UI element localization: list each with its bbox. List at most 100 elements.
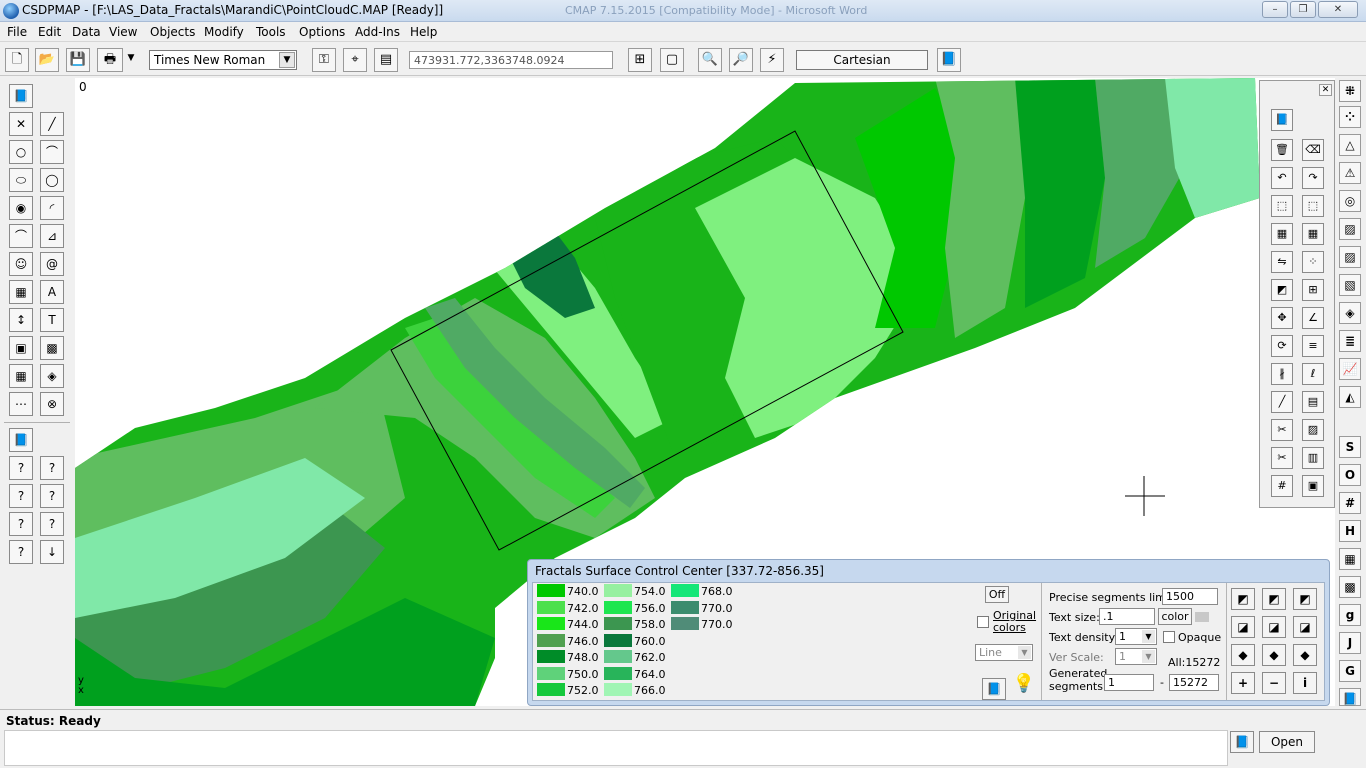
menu-file[interactable]: File xyxy=(7,25,27,39)
book-icon[interactable]: 📘 xyxy=(937,48,961,72)
blocks-tool-icon[interactable]: ▦ xyxy=(9,364,33,388)
legend-swatch[interactable] xyxy=(537,683,565,696)
s-button[interactable]: S xyxy=(1339,436,1361,458)
minimize-button[interactable]: – xyxy=(1262,1,1288,18)
slope-icon[interactable]: ╱ xyxy=(1271,391,1293,413)
parallel-icon[interactable]: ∦ xyxy=(1271,363,1293,385)
frame-icon[interactable]: ▣ xyxy=(1302,475,1324,497)
chevron-down-icon[interactable]: ▼ xyxy=(279,52,295,68)
surface-tool-icon[interactable]: ◆ xyxy=(1293,644,1317,666)
document-icon[interactable]: ▤ xyxy=(1302,391,1324,413)
legend-item[interactable]: 756.0 xyxy=(604,600,666,617)
line-mode-select[interactable]: Line ▼ xyxy=(975,644,1033,661)
graph-icon[interactable]: 📈 xyxy=(1339,358,1361,380)
legend-item[interactable]: 766.0 xyxy=(604,683,666,699)
legend-item[interactable]: 750.0 xyxy=(537,666,599,683)
hatch-icon[interactable]: ▨ xyxy=(1339,246,1361,268)
text-cursor-icon[interactable]: T xyxy=(40,308,64,332)
move-icon[interactable]: ✥ xyxy=(1271,307,1293,329)
point-tool-icon[interactable]: ✕ xyxy=(9,112,33,136)
move-up-icon[interactable]: ⬚ xyxy=(1271,195,1293,217)
legend-swatch[interactable] xyxy=(671,617,699,630)
lightning-icon[interactable]: ⚡ xyxy=(760,48,784,72)
legend-swatch[interactable] xyxy=(604,600,632,614)
legend-swatch[interactable] xyxy=(671,600,699,614)
angle-icon[interactable]: ∠ xyxy=(1302,307,1324,329)
polyline-tool-icon[interactable]: ⌒ xyxy=(40,140,64,164)
surface-tool-icon[interactable]: ◪ xyxy=(1262,616,1286,638)
legend-item[interactable]: 744.0 xyxy=(537,617,599,633)
text-tool-icon[interactable]: A xyxy=(40,280,64,304)
map-layer-icon[interactable]: ◈ xyxy=(1339,302,1361,324)
legend-swatch[interactable] xyxy=(604,633,632,647)
h-button[interactable]: H xyxy=(1339,520,1361,542)
book-icon[interactable]: 📘 xyxy=(982,678,1006,700)
undo-icon[interactable]: ↶ xyxy=(1271,167,1293,189)
menu-objects[interactable]: Objects xyxy=(150,25,195,39)
surface-tool-icon[interactable]: ◩ xyxy=(1262,588,1286,610)
j-icon[interactable]: J xyxy=(1339,632,1361,654)
surface-tool-icon[interactable]: ◩ xyxy=(1231,588,1255,610)
legend-item[interactable]: 762.0 xyxy=(604,650,666,666)
text-density-select[interactable]: 1 ▼ xyxy=(1115,628,1157,645)
original-colors-checkbox[interactable] xyxy=(977,616,989,628)
query-object-icon[interactable]: ? xyxy=(9,512,33,536)
close-button[interactable]: ✕ xyxy=(1318,1,1358,18)
contour-icon[interactable]: ◎ xyxy=(1339,190,1361,212)
info-button[interactable]: i xyxy=(1293,672,1317,694)
curve-tool-icon[interactable]: ⌒ xyxy=(9,224,33,248)
chevron-down-icon[interactable]: ▼ xyxy=(1142,630,1155,643)
lightbulb-icon[interactable]: 💡 xyxy=(1012,674,1036,700)
lines-icon[interactable]: ≣ xyxy=(1339,330,1361,352)
zoom-out-icon[interactable]: 🔎 xyxy=(729,48,753,72)
coordinates-field[interactable]: 473931.772,3363748.0924 xyxy=(409,51,613,69)
book-icon[interactable]: 📘 xyxy=(1339,688,1361,706)
query-line-icon[interactable]: ? xyxy=(40,456,64,480)
cube-tool-icon[interactable]: ▣ xyxy=(9,336,33,360)
layers-icon[interactable]: ▤ xyxy=(374,48,398,72)
surface-icon[interactable]: ▧ xyxy=(1339,274,1361,296)
open-button[interactable]: Open xyxy=(1259,731,1315,753)
group-icon[interactable]: ◩ xyxy=(1271,279,1293,301)
book-icon[interactable]: 📘 xyxy=(9,428,33,452)
off-button[interactable]: Off xyxy=(985,586,1009,603)
legend-swatch[interactable] xyxy=(671,584,699,597)
rounded-shape-tool-icon[interactable]: ◯ xyxy=(40,168,64,192)
legend-item[interactable]: 740.0 xyxy=(537,584,599,600)
palette-icon[interactable]: ▩ xyxy=(1339,576,1361,598)
legend-swatch[interactable] xyxy=(604,683,632,696)
target-tool-icon[interactable]: ⊗ xyxy=(40,392,64,416)
chevron-down-icon[interactable]: ▼ xyxy=(1018,646,1031,659)
save-disk-icon[interactable]: 💾 xyxy=(66,48,90,72)
legend-item[interactable]: 752.0 xyxy=(537,683,599,699)
o-button[interactable]: O xyxy=(1339,464,1361,486)
grid-view-icon[interactable]: ⊞ xyxy=(628,48,652,72)
ver-scale-select[interactable]: 1 ▼ xyxy=(1115,648,1157,665)
network-icon[interactable]: ⁜ xyxy=(1339,80,1361,102)
hatch-icon[interactable]: ≡ xyxy=(1302,335,1324,357)
scissors-icon[interactable]: ✂ xyxy=(1271,419,1293,441)
precise-segments-input[interactable]: 1500 xyxy=(1162,588,1218,605)
surface-tool-icon[interactable]: ◆ xyxy=(1231,644,1255,666)
map-tool-icon[interactable]: ▦ xyxy=(9,280,33,304)
ellipse-tool-icon[interactable]: ⬭ xyxy=(9,168,33,192)
warning-icon[interactable]: ⚠ xyxy=(1339,162,1361,184)
redo-icon[interactable]: ↷ xyxy=(1302,167,1324,189)
print-dropdown-icon[interactable]: ▼ xyxy=(124,48,138,72)
terrain-icon[interactable]: ▨ xyxy=(1339,218,1361,240)
menu-data[interactable]: Data xyxy=(72,25,101,39)
legend-item[interactable]: 768.0 xyxy=(671,584,733,600)
line-tool-icon[interactable]: ╱ xyxy=(40,112,64,136)
triangle-icon[interactable]: △ xyxy=(1339,134,1361,156)
zoom-in-icon[interactable]: 🔍 xyxy=(698,48,722,72)
book-icon[interactable]: 📘 xyxy=(9,84,33,108)
trash-icon[interactable]: 🗑 xyxy=(1271,139,1293,161)
generated-from-input[interactable]: 1 xyxy=(1104,674,1154,691)
query-w-icon[interactable]: ? xyxy=(9,540,33,564)
grid-icon[interactable]: ⊞ xyxy=(1302,279,1324,301)
frame-view-icon[interactable]: ▢ xyxy=(660,48,684,72)
send-back-icon[interactable]: ▦ xyxy=(1302,223,1324,245)
maximize-button[interactable]: ❐ xyxy=(1290,1,1316,18)
move-down-icon[interactable]: ⬚ xyxy=(1302,195,1324,217)
legend-swatch[interactable] xyxy=(604,666,632,680)
